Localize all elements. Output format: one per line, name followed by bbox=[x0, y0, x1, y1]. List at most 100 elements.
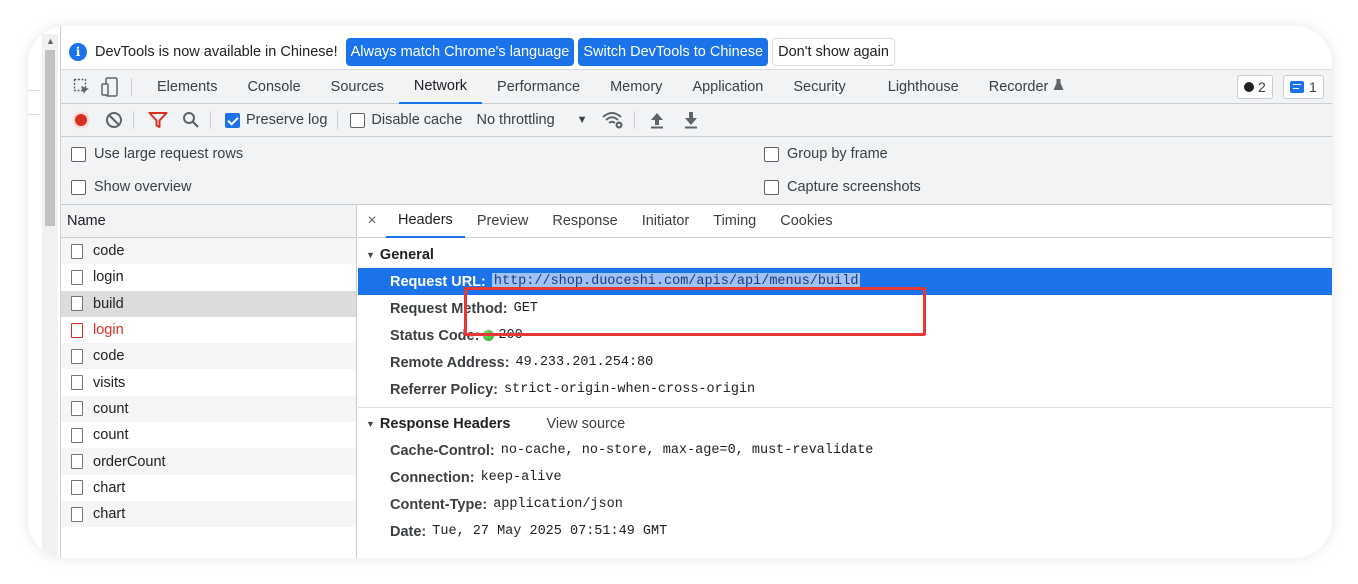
tab-sources[interactable]: Sources bbox=[316, 70, 399, 104]
issues-counter[interactable]: 2 bbox=[1237, 75, 1273, 99]
capture-screenshots-checkbox[interactable]: Capture screenshots bbox=[764, 179, 921, 195]
tab-application[interactable]: Application bbox=[677, 70, 778, 104]
tab-initiator[interactable]: Initiator bbox=[630, 205, 702, 238]
messages-counter[interactable]: 1 bbox=[1283, 75, 1324, 99]
language-infobar: i DevTools is now available in Chinese! … bbox=[61, 34, 1332, 70]
request-row[interactable]: code bbox=[61, 343, 356, 370]
search-button[interactable] bbox=[182, 111, 200, 129]
general-section-header[interactable]: ▼ General bbox=[358, 242, 1332, 268]
tab-recorder-label: Recorder bbox=[988, 78, 1049, 95]
referrer-policy-key: Referrer Policy: bbox=[390, 381, 498, 398]
request-rows: code login build login code visits count count o… bbox=[61, 238, 356, 528]
document-icon bbox=[71, 322, 83, 338]
wifi-settings-icon bbox=[601, 112, 623, 129]
devtools-panel: i DevTools is now available in Chinese! … bbox=[60, 26, 1332, 558]
tab-lighthouse[interactable]: Lighthouse bbox=[873, 70, 974, 104]
collapse-triangle-icon: ▼ bbox=[366, 250, 375, 260]
connection-key: Connection: bbox=[390, 469, 475, 486]
filter-icon bbox=[148, 112, 168, 128]
preserve-log-label: Preserve log bbox=[246, 112, 328, 128]
tab-memory[interactable]: Memory bbox=[595, 70, 677, 104]
details-tabbar: × Headers Preview Response Initiator Tim… bbox=[358, 205, 1332, 238]
name-column-header[interactable]: Name bbox=[61, 205, 356, 238]
request-row[interactable]: chart bbox=[61, 475, 356, 501]
group-by-frame-checkbox[interactable]: Group by frame bbox=[764, 146, 888, 162]
device-toolbar-icon[interactable] bbox=[99, 76, 121, 98]
dont-show-again-button[interactable]: Don't show again bbox=[772, 37, 895, 66]
capture-screenshots-label: Capture screenshots bbox=[787, 179, 921, 195]
clear-button[interactable] bbox=[105, 111, 123, 129]
tab-console[interactable]: Console bbox=[232, 70, 315, 104]
import-har-button[interactable] bbox=[649, 111, 665, 129]
request-url-key: Request URL: bbox=[390, 273, 486, 290]
request-row[interactable]: visits bbox=[61, 369, 356, 395]
screenshot-frame: ▲ i DevTools is now available in Chinese… bbox=[28, 26, 1332, 558]
show-overview-checkbox[interactable]: Show overview bbox=[71, 179, 192, 195]
tab-elements[interactable]: Elements bbox=[142, 70, 232, 104]
disable-cache-checkbox[interactable]: Disable cache bbox=[350, 112, 462, 128]
request-row[interactable]: orderCount bbox=[61, 448, 356, 475]
date-row: Date: Tue, 27 May 2025 07:51:49 GMT bbox=[358, 518, 1332, 545]
tab-security[interactable]: Security bbox=[778, 70, 860, 104]
view-source-link[interactable]: View source bbox=[546, 416, 625, 432]
status-code-row: Status Code: 200 bbox=[358, 322, 1332, 349]
tab-response[interactable]: Response bbox=[540, 205, 629, 238]
document-icon bbox=[71, 348, 83, 364]
tab-recorder[interactable]: Recorder bbox=[974, 70, 1069, 104]
content-type-key: Content-Type: bbox=[390, 496, 488, 513]
tab-preview[interactable]: Preview bbox=[465, 205, 541, 238]
document-icon bbox=[71, 296, 83, 312]
issues-dot-icon bbox=[1244, 82, 1254, 92]
show-overview-check-icon bbox=[71, 179, 86, 195]
request-row[interactable]: code bbox=[61, 238, 356, 265]
page-scrollbar[interactable]: ▲ bbox=[42, 34, 58, 558]
issues-count: 2 bbox=[1258, 79, 1266, 95]
date-key: Date: bbox=[390, 523, 427, 540]
request-row[interactable]: count bbox=[61, 395, 356, 423]
tab-headers[interactable]: Headers bbox=[386, 205, 465, 238]
network-toolbar: Preserve log Disable cache No throttling… bbox=[61, 104, 1332, 137]
document-icon bbox=[71, 243, 83, 259]
tab-performance[interactable]: Performance bbox=[482, 70, 595, 104]
request-row[interactable]: count bbox=[61, 422, 356, 448]
document-icon bbox=[71, 401, 83, 417]
request-method-key: Request Method: bbox=[390, 300, 508, 317]
filter-button[interactable] bbox=[148, 111, 168, 129]
export-har-button[interactable] bbox=[683, 111, 699, 129]
content-type-row: Content-Type: application/json bbox=[358, 491, 1332, 518]
tab-network[interactable]: Network bbox=[398, 70, 483, 104]
status-ok-icon bbox=[483, 330, 495, 341]
connection-row: Connection: keep-alive bbox=[358, 464, 1332, 491]
preserve-log-check-icon bbox=[225, 112, 240, 128]
request-name: count bbox=[93, 427, 129, 444]
request-row[interactable]: chart bbox=[61, 500, 356, 528]
preserve-log-checkbox[interactable]: Preserve log bbox=[225, 112, 327, 128]
request-name: code bbox=[93, 243, 125, 260]
large-rows-check-icon bbox=[71, 146, 86, 162]
tab-timing[interactable]: Timing bbox=[701, 205, 768, 238]
record-button[interactable] bbox=[71, 110, 91, 130]
infobar-message: DevTools is now available in Chinese! bbox=[95, 43, 338, 60]
request-row[interactable]: build bbox=[61, 290, 356, 317]
request-row[interactable]: login bbox=[61, 264, 356, 290]
close-icon[interactable]: × bbox=[358, 212, 386, 230]
info-icon: i bbox=[69, 42, 87, 61]
response-headers-title: Response Headers bbox=[379, 416, 511, 432]
throttling-select[interactable]: No throttling ▼ bbox=[476, 112, 587, 128]
inspect-element-icon[interactable] bbox=[71, 76, 93, 98]
tab-cookies[interactable]: Cookies bbox=[768, 205, 844, 238]
large-rows-checkbox[interactable]: Use large request rows bbox=[71, 146, 243, 162]
document-icon bbox=[71, 506, 83, 522]
scroll-up-arrow-icon[interactable]: ▲ bbox=[46, 36, 55, 46]
response-headers-section-header[interactable]: ▼ Response Headers View source bbox=[358, 411, 1332, 437]
disable-cache-label: Disable cache bbox=[371, 112, 463, 128]
network-conditions-button[interactable] bbox=[601, 111, 624, 129]
general-title: General bbox=[379, 247, 434, 263]
match-language-button[interactable]: Always match Chrome's language bbox=[345, 37, 575, 66]
request-url-row[interactable]: Request URL: http://shop.duoceshi.com/ap… bbox=[358, 268, 1332, 295]
request-url-value[interactable]: http://shop.duoceshi.com/apis/api/menus/… bbox=[491, 273, 861, 290]
switch-language-button[interactable]: Switch DevTools to Chinese bbox=[578, 37, 769, 66]
cache-control-row: Cache-Control: no-cache, no-store, max-a… bbox=[358, 437, 1332, 464]
scrollbar-thumb[interactable] bbox=[45, 50, 55, 226]
request-row[interactable]: login bbox=[61, 317, 356, 343]
